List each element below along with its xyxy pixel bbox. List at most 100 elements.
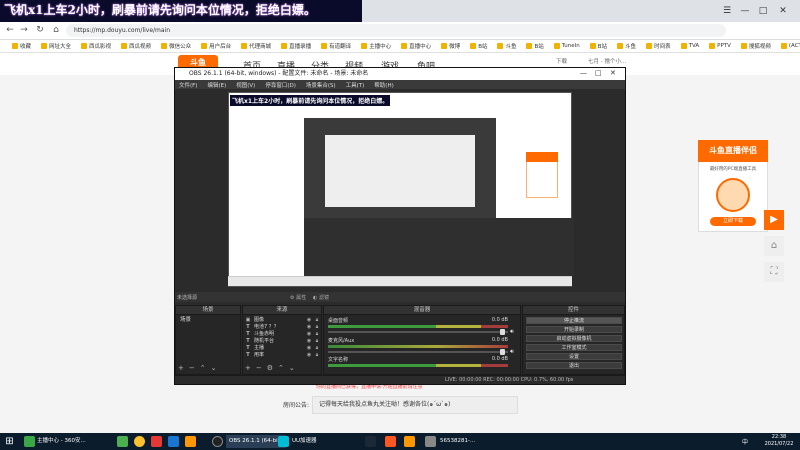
volume-knob[interactable] bbox=[500, 329, 505, 335]
remove-scene-icon[interactable]: − bbox=[189, 364, 195, 372]
obs-close-icon[interactable]: ✕ bbox=[610, 69, 616, 77]
task-file[interactable]: 56538281-... bbox=[440, 435, 475, 448]
bookmark-item[interactable]: 斗鱼 bbox=[617, 42, 636, 50]
task-uu[interactable]: UU加速器 bbox=[292, 435, 317, 448]
filters-button[interactable]: ◐ 滤镜 bbox=[313, 294, 329, 301]
bookmark-item[interactable]: 直播录播 bbox=[281, 42, 311, 50]
eye-icon[interactable]: ◉ bbox=[305, 324, 313, 331]
stop-streaming-button[interactable]: 停止推流 bbox=[526, 317, 622, 324]
bookmark-item[interactable]: B站 bbox=[470, 42, 487, 50]
lock-icon[interactable]: 🔒︎ bbox=[313, 317, 321, 324]
uu-accelerator-icon[interactable] bbox=[278, 436, 289, 447]
folder-icon[interactable] bbox=[404, 436, 415, 447]
lock-icon[interactable]: 🔒︎ bbox=[313, 345, 321, 352]
input-language[interactable]: 中 bbox=[742, 437, 748, 446]
promo-download-button[interactable]: 立即下载 bbox=[710, 217, 756, 226]
bookmark-item[interactable]: B站 bbox=[589, 42, 607, 50]
menu-scene-collection[interactable]: 场景集合(S) bbox=[306, 81, 336, 89]
bookmark-item[interactable]: 有道翻译 bbox=[321, 42, 351, 50]
bookmark-item[interactable]: 斗鱼 bbox=[497, 42, 516, 50]
bookmark-item[interactable]: 微博 bbox=[441, 42, 460, 50]
source-row[interactable]: T 主播 ◉ 🔒︎ bbox=[245, 345, 321, 352]
bookmark-item[interactable]: TuneIn bbox=[553, 43, 580, 49]
menu-help[interactable]: 帮助(H) bbox=[374, 81, 393, 89]
bookmark-item[interactable]: 收藏 bbox=[12, 42, 31, 50]
add-source-icon[interactable]: + bbox=[245, 364, 251, 372]
start-recording-button[interactable]: 开始录制 bbox=[526, 326, 622, 333]
source-row[interactable]: T 随机平台 ◉ 🔒︎ bbox=[245, 338, 321, 345]
back-icon[interactable]: ← bbox=[4, 24, 16, 36]
source-row[interactable]: T 用率 ◉ 🔒︎ bbox=[245, 352, 321, 359]
maximize-icon[interactable]: □ bbox=[756, 4, 770, 18]
announcement-field[interactable]: 记得每天给我投点鱼丸关注呦！感谢各位(๑´ω`๑) bbox=[312, 396, 518, 414]
obs-icon[interactable] bbox=[212, 436, 223, 447]
home-icon[interactable]: ⌂ bbox=[50, 24, 62, 36]
move-up-icon[interactable]: ⌃ bbox=[200, 364, 206, 372]
volume-slider[interactable] bbox=[328, 329, 508, 335]
bookmark-item[interactable]: 西瓜视频 bbox=[121, 42, 151, 50]
lock-icon[interactable]: 🔒︎ bbox=[313, 324, 321, 331]
bookmark-item[interactable]: 西瓜影视 bbox=[81, 42, 111, 50]
virtual-camera-button[interactable]: 启动虚拟摄像机 bbox=[526, 335, 622, 342]
source-row[interactable]: T 电池7 ？？ ◉ 🔒︎ bbox=[245, 324, 321, 331]
bookmark-item[interactable]: (ACT) bbox=[780, 43, 800, 49]
app-icon[interactable] bbox=[117, 436, 128, 447]
fullscreen-icon[interactable]: ⛶ bbox=[764, 262, 784, 282]
obs-maximize-icon[interactable]: □ bbox=[595, 69, 602, 77]
source-settings-icon[interactable]: ⚙ bbox=[267, 364, 273, 372]
studio-mode-button[interactable]: 工作室模式 bbox=[526, 344, 622, 351]
remove-source-icon[interactable]: − bbox=[256, 364, 262, 372]
bookmark-item[interactable]: 搜狐视频 bbox=[740, 42, 771, 50]
app-icon[interactable] bbox=[168, 436, 179, 447]
app-icon[interactable] bbox=[385, 436, 396, 447]
browser-360-icon[interactable] bbox=[24, 436, 35, 447]
lock-icon[interactable]: 🔒︎ bbox=[313, 338, 321, 345]
volume-slider[interactable] bbox=[328, 349, 508, 355]
bookmark-item[interactable]: 用户后台 bbox=[201, 42, 231, 50]
home-side-icon[interactable]: ⌂ bbox=[764, 236, 784, 256]
menu-view[interactable]: 视图(V) bbox=[236, 81, 255, 89]
move-down-icon[interactable]: ⌄ bbox=[211, 364, 217, 372]
steam-icon[interactable] bbox=[365, 436, 376, 447]
menu-edit[interactable]: 编辑(E) bbox=[207, 81, 226, 89]
bookmark-item[interactable]: 直播中心 bbox=[401, 42, 431, 50]
lock-icon[interactable]: 🔒︎ bbox=[313, 352, 321, 359]
chrome-icon[interactable] bbox=[134, 436, 145, 447]
settings-button[interactable]: 设置 bbox=[526, 353, 622, 360]
speaker-icon[interactable]: 🔊︎ bbox=[510, 348, 514, 356]
eye-icon[interactable]: ◉ bbox=[305, 317, 313, 324]
task-obs[interactable]: OBS 26.1.1 (64-bi... bbox=[226, 435, 286, 448]
menu-file[interactable]: 文件(F) bbox=[179, 81, 197, 89]
bookmark-item[interactable]: 网址大全 bbox=[41, 42, 71, 50]
add-scene-icon[interactable]: + bbox=[178, 364, 184, 372]
bookmark-item[interactable]: 主播中心 bbox=[361, 42, 391, 50]
eye-icon[interactable]: ◉ bbox=[305, 338, 313, 345]
clock[interactable]: 22:38 2021/07/22 bbox=[760, 434, 798, 448]
reload-icon[interactable]: ↻ bbox=[34, 24, 46, 36]
task-browser[interactable]: 主播中心 - 360安... bbox=[37, 435, 86, 448]
volume-knob[interactable] bbox=[500, 349, 505, 355]
app-icon[interactable] bbox=[425, 436, 436, 447]
minimize-icon[interactable]: — bbox=[738, 4, 752, 18]
menu-docks[interactable]: 停靠窗口(D) bbox=[265, 81, 296, 89]
play-icon[interactable]: ▶ bbox=[764, 210, 784, 230]
close-icon[interactable]: ✕ bbox=[776, 4, 790, 18]
download-link[interactable]: 下载 bbox=[556, 57, 567, 65]
folder-icon[interactable] bbox=[185, 436, 196, 447]
user-menu[interactable]: 七月 - 撸个小... bbox=[588, 57, 626, 65]
bookmark-item[interactable]: 时间表 bbox=[646, 42, 671, 50]
bookmark-item[interactable]: PPTV bbox=[709, 43, 731, 49]
forward-icon[interactable]: → bbox=[18, 24, 30, 36]
source-row[interactable]: ▣ 图像 ◉ 🔒︎ bbox=[245, 317, 321, 324]
lock-icon[interactable]: 🔒︎ bbox=[313, 331, 321, 338]
eye-icon[interactable]: ◉ bbox=[305, 331, 313, 338]
bookmark-item[interactable]: B站 bbox=[526, 42, 544, 50]
windows-start-icon[interactable]: ⊞ bbox=[4, 436, 15, 447]
bookmark-item[interactable]: 代理商城 bbox=[241, 42, 271, 50]
move-down-icon[interactable]: ⌄ bbox=[289, 364, 295, 372]
app-icon[interactable] bbox=[151, 436, 162, 447]
eye-icon[interactable]: ◉ bbox=[305, 345, 313, 352]
url-field[interactable]: https://mp.douyu.com/live/main bbox=[66, 24, 726, 37]
speaker-icon[interactable]: 🔊︎ bbox=[510, 328, 514, 336]
bookmark-item[interactable]: 微信公众 bbox=[161, 42, 191, 50]
